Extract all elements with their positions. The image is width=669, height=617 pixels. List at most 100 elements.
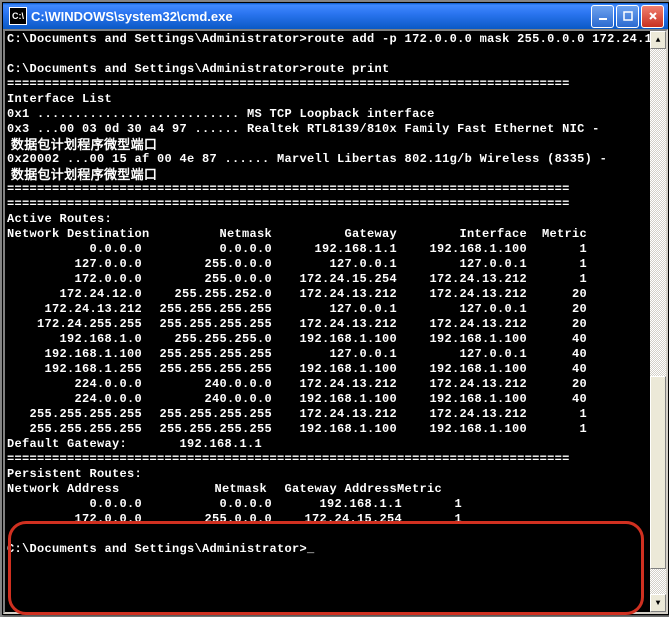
separator: ========================================…	[7, 182, 570, 196]
default-gw-value: 192.168.1.1	[180, 437, 263, 451]
route-cell: 192.168.1.100	[272, 332, 397, 347]
route-row: 224.0.0.0240.0.0.0172.24.13.212172.24.13…	[7, 377, 648, 392]
route-cell: 1	[527, 257, 587, 272]
route-cell: 172.24.12.0	[7, 287, 142, 302]
route-cell: 255.255.255.255	[7, 422, 142, 437]
route-cell: 127.0.0.0	[7, 257, 142, 272]
route-cell: 255.255.255.0	[142, 332, 272, 347]
persistent-header: Persistent Routes:	[7, 467, 142, 481]
persist-columns: Network AddressNetmaskGateway Address Me…	[7, 482, 648, 497]
route-cell: 127.0.0.1	[272, 302, 397, 317]
persist-row: 0.0.0.00.0.0.0192.168.1.11	[7, 497, 648, 512]
route-cell: 172.24.13.212	[397, 407, 527, 422]
pcol-metric: Metric	[397, 482, 442, 497]
iface-header: Interface List	[7, 92, 112, 106]
route-cell: 127.0.0.1	[272, 347, 397, 362]
route-row: 0.0.0.00.0.0.0192.168.1.1192.168.1.1001	[7, 242, 648, 257]
route-cell: 20	[527, 287, 587, 302]
persist-row: 172.0.0.0255.0.0.0172.24.15.2541	[7, 512, 648, 527]
cmd-window: C:\ C:\WINDOWS\system32\cmd.exe C:\Docum…	[2, 2, 669, 615]
route-row: 192.168.1.255255.255.255.255192.168.1.10…	[7, 362, 648, 377]
route-cell: 1	[527, 407, 587, 422]
route-cell: 192.168.1.100	[397, 422, 527, 437]
separator: ========================================…	[7, 77, 570, 91]
scroll-down-button[interactable]: ▼	[650, 594, 666, 612]
system-menu-icon[interactable]: C:\	[9, 7, 27, 25]
interface-line-cn: 数据包计划程序微型端口	[7, 167, 648, 182]
route-cell: 40	[527, 347, 587, 362]
pcol-mask: Netmask	[137, 482, 267, 497]
route-cell: 255.255.255.255	[142, 302, 272, 317]
scroll-track[interactable]	[650, 49, 666, 594]
route-row: 255.255.255.255255.255.255.255192.168.1.…	[7, 422, 648, 437]
minimize-button[interactable]	[591, 5, 614, 28]
vertical-scrollbar[interactable]: ▲ ▼	[650, 31, 666, 612]
interface-line: 0x1 ........................... MS TCP L…	[7, 107, 648, 122]
default-gw-label: Default Gateway:	[7, 437, 127, 451]
cursor: _	[307, 542, 315, 556]
route-cell: 1	[527, 422, 587, 437]
titlebar[interactable]: C:\ C:\WINDOWS\system32\cmd.exe	[3, 3, 668, 29]
route-cell: 192.168.1.100	[397, 392, 527, 407]
close-button[interactable]	[641, 5, 664, 28]
route-cell: 172.24.15.254	[272, 272, 397, 287]
route-cell: 40	[527, 362, 587, 377]
route-cell: 172.24.13.212	[397, 272, 527, 287]
route-cell: 255.255.255.255	[7, 407, 142, 422]
prompt: C:\Documents and Settings\Administrator>	[7, 62, 307, 76]
col-mask: Netmask	[162, 227, 272, 242]
route-row: 192.168.1.0255.255.255.0192.168.1.100192…	[7, 332, 648, 347]
route-cell: 172.24.255.255	[7, 317, 142, 332]
persist-cell: 172.24.15.254	[272, 512, 402, 527]
route-cell: 172.24.13.212	[272, 317, 397, 332]
persist-cell: 255.0.0.0	[142, 512, 272, 527]
route-cell: 40	[527, 392, 587, 407]
route-row: 255.255.255.255255.255.255.255172.24.13.…	[7, 407, 648, 422]
pcol-addr: Network Address	[7, 482, 137, 497]
route-cell: 255.255.255.255	[142, 317, 272, 332]
col-gw: Gateway	[272, 227, 397, 242]
route-cell: 255.255.255.255	[142, 347, 272, 362]
route-cell: 1	[527, 242, 587, 257]
route-cell: 192.168.1.100	[397, 242, 527, 257]
route-cell: 172.0.0.0	[7, 272, 142, 287]
col-iface: Interface	[397, 227, 527, 242]
maximize-button[interactable]	[616, 5, 639, 28]
route-row: 172.24.12.0255.255.252.0172.24.13.212172…	[7, 287, 648, 302]
persist-cell: 0.0.0.0	[7, 497, 142, 512]
route-cell: 192.168.1.100	[272, 392, 397, 407]
route-cell: 172.24.13.212	[272, 377, 397, 392]
route-cell: 192.168.1.100	[397, 332, 527, 347]
route-cell: 0.0.0.0	[142, 242, 272, 257]
interface-list: 0x1 ........................... MS TCP L…	[7, 107, 648, 182]
route-cell: 192.168.1.100	[272, 362, 397, 377]
route-cell: 192.168.1.100	[272, 422, 397, 437]
route-cell: 20	[527, 302, 587, 317]
command-text: route print	[307, 62, 390, 76]
route-row: 172.24.13.212255.255.255.255127.0.0.1127…	[7, 302, 648, 317]
route-cell: 0.0.0.0	[7, 242, 142, 257]
active-routes-header: Active Routes:	[7, 212, 112, 226]
interface-line: 0x20002 ...00 15 af 00 4e 87 ...... Marv…	[7, 152, 648, 167]
route-columns: Network DestinationNetmaskGatewayInterfa…	[7, 227, 648, 242]
route-cell: 240.0.0.0	[142, 377, 272, 392]
col-dest: Network Destination	[7, 227, 162, 242]
route-cell: 20	[527, 377, 587, 392]
route-cell: 224.0.0.0	[7, 392, 142, 407]
scroll-thumb[interactable]	[650, 376, 666, 569]
route-cell: 172.24.13.212	[272, 407, 397, 422]
console-output[interactable]: C:\Documents and Settings\Administrator>…	[5, 31, 650, 612]
route-cell: 255.255.255.255	[142, 422, 272, 437]
route-cell: 172.24.13.212	[272, 287, 397, 302]
route-cell: 192.168.1.0	[7, 332, 142, 347]
scroll-up-button[interactable]: ▲	[650, 31, 666, 49]
route-row: 192.168.1.100255.255.255.255127.0.0.1127…	[7, 347, 648, 362]
persist-rows: 0.0.0.00.0.0.0192.168.1.11172.0.0.0255.0…	[7, 497, 648, 527]
persist-cell: 1	[402, 512, 462, 527]
persist-cell: 0.0.0.0	[142, 497, 272, 512]
route-row: 224.0.0.0240.0.0.0192.168.1.100192.168.1…	[7, 392, 648, 407]
persist-cell: 1	[402, 497, 462, 512]
route-cell: 255.0.0.0	[142, 272, 272, 287]
route-rows: 0.0.0.00.0.0.0192.168.1.1192.168.1.10011…	[7, 242, 648, 437]
sysicon-text: C:\	[12, 11, 24, 21]
